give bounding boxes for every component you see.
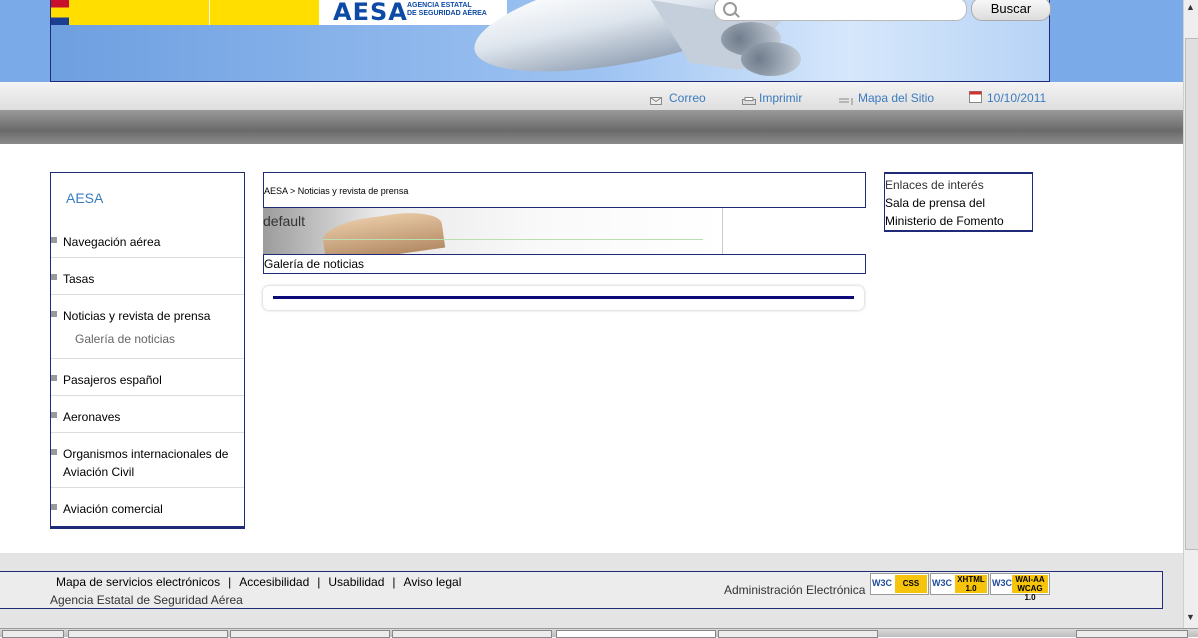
nav-item-aeronaves[interactable]: Aeronaves — [51, 408, 244, 426]
search-input[interactable] — [714, 0, 967, 21]
mail-icon — [650, 94, 662, 105]
nav-item-organismos[interactable]: Organismos internacionales de Aviación C… — [51, 445, 244, 481]
taskbar-button[interactable] — [392, 630, 552, 638]
taskbar-button[interactable] — [68, 630, 228, 638]
breadcrumb: AESA > Noticias y revista de prensa — [263, 172, 866, 208]
nav-divider — [51, 395, 244, 396]
nav-item-label: Aeronaves — [63, 410, 121, 424]
section-title-text: Galería de noticias — [264, 257, 365, 271]
nav-item-aviacion-comercial[interactable]: Aviación comercial — [51, 500, 244, 518]
footer-links: Mapa de servicios electrónicos | Accesibil… — [56, 575, 461, 589]
date-label: 10/10/2011 — [987, 91, 1047, 105]
footer-link-accesibilidad[interactable]: Accesibilidad — [239, 575, 309, 589]
footer-link-usabilidad[interactable]: Usabilidad — [328, 575, 384, 589]
nav-divider — [51, 358, 244, 359]
ministry-logo-area — [51, 0, 319, 25]
menu-bar — [0, 110, 1183, 144]
image-alt-text: default — [263, 213, 306, 229]
bullet-icon — [51, 274, 57, 280]
section-banner-image: default — [263, 208, 722, 254]
footer-separator: | — [228, 575, 232, 589]
search-icon — [723, 2, 737, 16]
panel-rule — [273, 296, 854, 299]
footer-org-name: Agencia Estatal de Seguridad Aérea — [50, 593, 243, 607]
aesa-logo-subtitle: AGENCIA ESTATAL DE SEGURIDAD AÉREA — [407, 2, 487, 18]
taskbar-button-active[interactable] — [556, 630, 716, 638]
nav-item-label: Noticias y revista de prensa — [63, 309, 211, 323]
hand-photo-icon — [320, 208, 446, 254]
sitemap-link[interactable]: Mapa del Sitio — [858, 91, 934, 105]
badge-tag: CSS — [895, 575, 927, 593]
admin-electronica-link[interactable]: Administración Electrónica — [724, 583, 865, 597]
nav-item-navegacion[interactable]: Navegación aérea — [51, 233, 244, 251]
aesa-sub-line-2: DE SEGURIDAD AÉREA — [407, 10, 487, 17]
links-box: Enlaces de interés Sala de prensa del Mi… — [884, 172, 1033, 232]
w3c-logo-icon: W3C — [872, 578, 892, 588]
nav-item-tasas[interactable]: Tasas — [51, 270, 244, 288]
bullet-icon — [51, 504, 57, 510]
nav-divider — [51, 487, 244, 488]
scrollbar-thumb[interactable] — [1185, 38, 1198, 550]
logo-divider — [209, 0, 210, 25]
nav-item-label: Aviación comercial — [63, 502, 163, 516]
content-panel — [263, 286, 864, 310]
bullet-icon — [51, 237, 57, 243]
nav-divider — [51, 294, 244, 295]
w3c-xhtml-badge[interactable]: W3C XHTML 1.0 — [930, 573, 989, 595]
section-title: Galería de noticias — [263, 254, 866, 274]
aesa-logo-text: AESA — [333, 0, 408, 26]
nav-divider — [51, 257, 244, 258]
taskbar-start-button[interactable] — [2, 630, 64, 638]
sala-prensa-link[interactable]: Sala de prensa del — [885, 196, 985, 210]
image-line — [323, 239, 703, 240]
footer-separator: | — [392, 575, 396, 589]
vertical-scrollbar[interactable]: ▲ ▼ — [1183, 0, 1198, 628]
header-banner: AESA AGENCIA ESTATAL DE SEGURIDAD AÉREA … — [0, 0, 1183, 82]
w3c-logo-icon: W3C — [932, 578, 952, 588]
taskbar-button[interactable] — [718, 630, 878, 638]
scroll-down-icon[interactable]: ▼ — [1186, 612, 1195, 622]
bullet-icon — [51, 375, 57, 381]
bullet-icon — [51, 311, 57, 317]
print-icon — [742, 94, 756, 105]
spain-flag-icon — [51, 0, 69, 25]
sitemap-icon — [839, 94, 855, 105]
nav-item-label: Tasas — [63, 272, 95, 286]
utility-bar: Correo Imprimir Mapa del Sitio 10/10/201… — [0, 82, 1183, 110]
nav-home-link[interactable]: AESA — [66, 190, 103, 206]
nav-item-label: Pasajeros español — [63, 373, 162, 387]
taskbar-button[interactable] — [230, 630, 390, 638]
w3c-css-badge[interactable]: W3C CSS — [870, 573, 929, 595]
nav-item-label: Organismos internacionales de Aviación C… — [63, 447, 229, 479]
breadcrumb-text[interactable]: AESA > Noticias y revista de prensa — [264, 186, 408, 196]
badge-tag: XHTML 1.0 — [955, 575, 987, 593]
imprimir-link[interactable]: Imprimir — [759, 91, 802, 105]
search-button[interactable]: Buscar — [971, 0, 1051, 21]
left-navigation: AESA Navegación aérea Tasas Noticias y r… — [50, 172, 245, 529]
w3c-logo-icon: W3C — [992, 578, 1012, 588]
aesa-sub-line-1: AGENCIA ESTATAL — [407, 2, 472, 9]
nav-subitem-galeria[interactable]: Galería de noticias — [75, 332, 175, 346]
aesa-logo[interactable]: AESA AGENCIA ESTATAL DE SEGURIDAD AÉREA — [319, 0, 507, 26]
w3c-wai-badge[interactable]: W3C WAI-AA WCAG 1.0 — [990, 573, 1050, 602]
engine-icon — [741, 42, 801, 76]
nav-item-label: Navegación aérea — [63, 235, 161, 249]
badge-tag: WAI-AA WCAG 1.0 — [1012, 575, 1048, 602]
nav-item-pasajeros[interactable]: Pasajeros español — [51, 371, 244, 389]
footer-separator: | — [317, 575, 321, 589]
nav-divider — [51, 432, 244, 433]
links-box-title: Enlaces de interés — [885, 178, 984, 192]
scroll-up-icon[interactable]: ▲ — [1186, 2, 1195, 12]
ministerio-link[interactable]: Ministerio de Fomento — [885, 214, 1004, 228]
bullet-icon — [51, 412, 57, 418]
nav-item-noticias[interactable]: Noticias y revista de prensa — [51, 307, 244, 325]
bullet-icon — [51, 449, 57, 455]
system-tray — [1076, 630, 1188, 638]
footer-link-aviso-legal[interactable]: Aviso legal — [404, 575, 462, 589]
footer-link-mapa-servicios[interactable]: Mapa de servicios electrónicos — [56, 575, 220, 589]
calendar-icon — [969, 90, 982, 103]
image-separator — [722, 208, 723, 254]
correo-link[interactable]: Correo — [669, 91, 706, 105]
